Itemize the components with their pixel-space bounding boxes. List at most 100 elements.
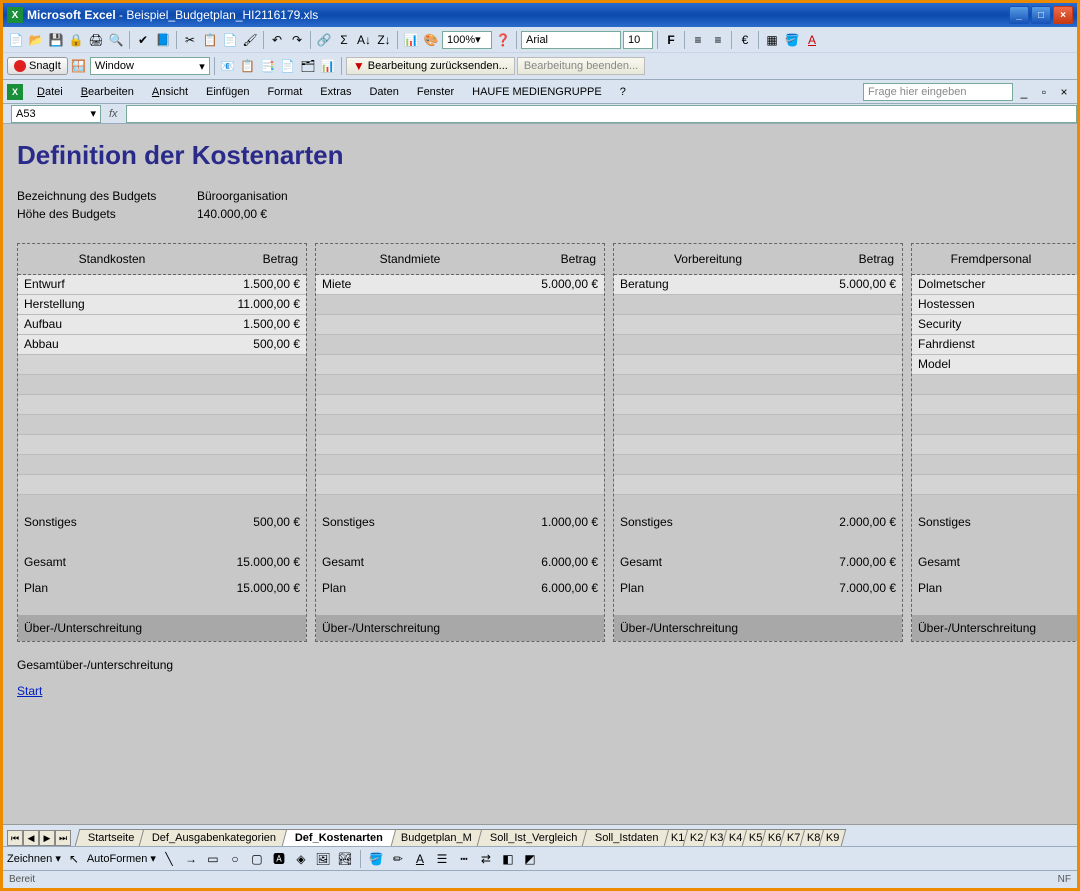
autoforms-menu[interactable]: AutoFormen ▾ [87,852,156,865]
format-painter-icon[interactable]: 🖌 [241,31,259,49]
3d-icon[interactable]: ◩ [521,850,539,868]
table-row[interactable] [316,395,604,415]
fontsize-combo[interactable]: 10 [623,31,653,49]
font-color-icon[interactable]: A [803,31,821,49]
snagit-window-combo[interactable]: Window▾ [90,57,210,75]
review-end-button[interactable]: Bearbeitung beenden... [517,57,645,75]
table-row[interactable] [18,355,306,375]
table-row[interactable]: Abbau500,00 € [18,335,306,355]
tab-nav-last[interactable]: ⏭ [55,830,71,846]
sort-asc-icon[interactable]: A↓ [355,31,373,49]
arrow-icon[interactable]: → [182,850,200,868]
fx-icon[interactable]: fx [109,108,118,120]
menu-extras[interactable]: Extras [312,84,359,100]
sheet-tab[interactable]: Budgetplan_M [387,829,485,846]
snagit-window-icon[interactable]: 🪟 [70,57,88,75]
sheet-tab[interactable]: Startseite [75,829,148,846]
bold-icon[interactable]: F [662,31,680,49]
table-row[interactable]: Dolmetscher20.000,0 [912,275,1077,295]
review-icon-1[interactable]: 📧 [219,57,237,75]
shadow-icon[interactable]: ◧ [499,850,517,868]
open-icon[interactable]: 📂 [27,31,45,49]
oval-icon[interactable]: ○ [226,850,244,868]
redo-icon[interactable]: ↷ [288,31,306,49]
sheet-tab[interactable]: K9 [819,829,847,846]
table-row[interactable] [912,435,1077,455]
wordart-icon[interactable]: 🅰 [270,850,288,868]
table-row[interactable] [614,335,902,355]
menu-haufe[interactable]: HAUFE MEDIENGRUPPE [464,84,610,100]
rect-icon[interactable]: ▭ [204,850,222,868]
table-row[interactable]: Aufbau1.500,00 € [18,315,306,335]
preview-icon[interactable]: 🔍 [107,31,125,49]
maximize-button[interactable]: □ [1031,6,1051,24]
review-icon-3[interactable]: 📑 [259,57,277,75]
research-icon[interactable]: 📘 [154,31,172,49]
table-row[interactable]: Miete5.000,00 € [316,275,604,295]
doc-minimize-icon[interactable]: _ [1015,83,1033,101]
table-row[interactable] [912,395,1077,415]
table-row[interactable] [614,295,902,315]
menu-view[interactable]: Ansicht [144,84,196,100]
table-row[interactable] [316,475,604,495]
table-row[interactable]: Fahrdienst3.000,0 [912,335,1077,355]
menu-insert[interactable]: Einfügen [198,84,257,100]
font-combo[interactable]: Arial [521,31,621,49]
dashstyle-icon[interactable]: ┅ [455,850,473,868]
linecolor-icon[interactable]: ✏ [389,850,407,868]
doc-restore-icon[interactable]: ▫ [1035,83,1053,101]
arrowstyle-icon[interactable]: ⇄ [477,850,495,868]
sheet-tab[interactable]: Def_Ausgabenkategorien [139,829,290,846]
menu-file[interactable]: Datei [29,84,71,100]
new-icon[interactable]: 📄 [7,31,25,49]
hyperlink-icon[interactable]: 🔗 [315,31,333,49]
chart-icon[interactable]: 📊 [402,31,420,49]
table-row[interactable] [614,455,902,475]
review-icon-5[interactable]: 🗂 [299,57,317,75]
table-row[interactable] [614,415,902,435]
table-row[interactable] [18,375,306,395]
sort-desc-icon[interactable]: Z↓ [375,31,393,49]
save-icon[interactable]: 💾 [47,31,65,49]
paste-icon[interactable]: 📄 [221,31,239,49]
table-row[interactable]: Entwurf1.500,00 € [18,275,306,295]
table-row[interactable] [18,395,306,415]
autosum-icon[interactable]: Σ [335,31,353,49]
table-row[interactable] [614,475,902,495]
sheet-tab[interactable]: Soll_Ist_Vergleich [476,829,590,846]
fill-color-icon[interactable]: 🪣 [783,31,801,49]
table-row[interactable] [18,415,306,435]
table-row[interactable]: Security15.000,0 [912,315,1077,335]
table-row[interactable] [316,355,604,375]
table-row[interactable] [316,315,604,335]
table-row[interactable]: Herstellung11.000,00 € [18,295,306,315]
fontcolor-draw-icon[interactable]: A [411,850,429,868]
name-box[interactable]: A53 ▾ [11,105,101,123]
menu-help[interactable]: ? [612,84,634,100]
permission-icon[interactable]: 🔒 [67,31,85,49]
undo-icon[interactable]: ↶ [268,31,286,49]
formula-input[interactable] [126,105,1077,123]
table-row[interactable] [316,375,604,395]
table-row[interactable] [614,375,902,395]
zoom-combo[interactable]: 100% ▾ [442,31,492,49]
table-row[interactable] [614,315,902,335]
review-icon-2[interactable]: 📋 [239,57,257,75]
table-row[interactable] [18,455,306,475]
textbox-icon[interactable]: ▢ [248,850,266,868]
line-icon[interactable]: ╲ [160,850,178,868]
table-row[interactable]: Beratung5.000,00 € [614,275,902,295]
sheet-tab[interactable]: Soll_Istdaten [582,829,672,846]
minimize-button[interactable]: _ [1009,6,1029,24]
table-row[interactable] [316,435,604,455]
menu-data[interactable]: Daten [361,84,406,100]
worksheet-area[interactable]: Definition der Kostenarten Bezeichnung d… [3,124,1077,824]
review-icon-6[interactable]: 📊 [319,57,337,75]
table-row[interactable] [18,435,306,455]
table-row[interactable] [316,455,604,475]
lineweight-icon[interactable]: ☰ [433,850,451,868]
menu-edit[interactable]: Bearbeiten [73,84,142,100]
tab-nav-prev[interactable]: ◀ [23,830,39,846]
clipart-icon[interactable]: 🖼 [314,850,332,868]
borders-icon[interactable]: ▦ [763,31,781,49]
